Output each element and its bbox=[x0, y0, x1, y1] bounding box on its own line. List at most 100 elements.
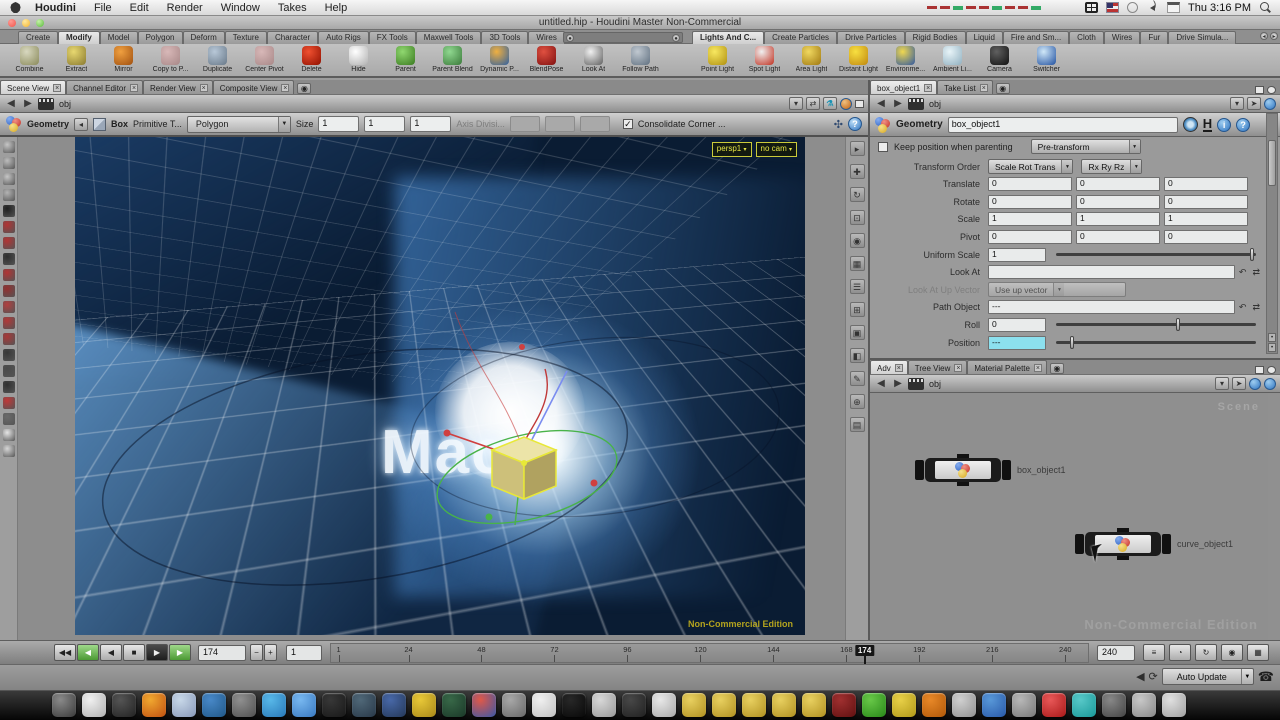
shelf-tab-model[interactable]: Model bbox=[100, 31, 138, 44]
viewport-tool-icon[interactable]: ✚ bbox=[850, 164, 865, 179]
next-keyframe-button[interactable]: ▶ bbox=[169, 644, 191, 661]
add-tab-icon[interactable]: ◉ bbox=[996, 83, 1010, 94]
menu-item-render[interactable]: Render bbox=[167, 2, 203, 14]
shelf-tab-fur[interactable]: Fur bbox=[1140, 31, 1168, 44]
shelf-tab-drive-simula-[interactable]: Drive Simula... bbox=[1168, 31, 1236, 44]
timeline-ruler[interactable]: 174 124487296120144168192216240 bbox=[330, 643, 1089, 663]
tool-icon[interactable] bbox=[3, 269, 15, 281]
viewport-tool-icon[interactable]: ⊕ bbox=[850, 394, 865, 409]
frame-decrement-button[interactable]: − bbox=[250, 644, 263, 661]
viewport-tool-icon[interactable]: ▸ bbox=[850, 141, 865, 156]
shelf-tool-look-at[interactable]: Look At bbox=[570, 45, 617, 73]
dock-app-icon[interactable] bbox=[502, 693, 526, 717]
dock-app-icon[interactable] bbox=[1072, 693, 1096, 717]
network-path[interactable]: obj bbox=[927, 379, 941, 389]
shelf-tab-auto-rigs[interactable]: Auto Rigs bbox=[318, 31, 369, 44]
dock-app-icon[interactable] bbox=[892, 693, 916, 717]
maximize-pane-icon[interactable] bbox=[855, 100, 864, 108]
phone-home-icon[interactable]: ☎ bbox=[1258, 669, 1274, 685]
pin-icon[interactable]: ➤ bbox=[1247, 97, 1261, 110]
play-backward-button[interactable]: ◀ bbox=[100, 644, 122, 661]
param-field[interactable] bbox=[988, 265, 1235, 279]
menu-item-edit[interactable]: Edit bbox=[130, 2, 149, 14]
viewport-tool-icon[interactable]: ⊞ bbox=[850, 302, 865, 317]
tool-icon[interactable] bbox=[3, 221, 15, 233]
dock-app-icon[interactable] bbox=[562, 693, 586, 717]
dock-app-icon[interactable] bbox=[772, 693, 796, 717]
node-flag-left[interactable] bbox=[915, 460, 924, 480]
shelf-scroll-left-icon[interactable]: ● bbox=[566, 34, 574, 42]
shelf-tab-liquid[interactable]: Liquid bbox=[966, 31, 1003, 44]
tool-icon[interactable] bbox=[3, 397, 15, 409]
tool-icon[interactable] bbox=[3, 237, 15, 249]
dock-app-icon[interactable] bbox=[142, 693, 166, 717]
param-field[interactable]: 1 bbox=[988, 212, 1072, 226]
shelf-tab-fire-and-sm-[interactable]: Fire and Sm... bbox=[1003, 31, 1069, 44]
pane-tab-adv[interactable]: Adv× bbox=[870, 360, 908, 374]
viewport-tool-icon[interactable]: ⊡ bbox=[850, 210, 865, 225]
close-tab-icon[interactable]: × bbox=[200, 84, 208, 92]
viewport-3d[interactable]: Mac bbox=[75, 137, 805, 635]
pane-tab-material-palette[interactable]: Material Palette× bbox=[967, 360, 1047, 374]
tool-icon[interactable] bbox=[3, 349, 15, 361]
menu-item-houdini[interactable]: Houdini bbox=[35, 2, 76, 14]
path-dropdown-icon[interactable]: ▾ bbox=[789, 97, 803, 110]
shelf-tab-rigid-bodies[interactable]: Rigid Bodies bbox=[905, 31, 966, 44]
scrollbar-thumb[interactable] bbox=[1268, 140, 1276, 186]
tool-icon[interactable] bbox=[3, 381, 15, 393]
shelf-scroll-right-icon[interactable]: ● bbox=[672, 34, 680, 42]
recook-icon[interactable]: ⟳ bbox=[1149, 670, 1158, 683]
param-slider[interactable] bbox=[1056, 341, 1256, 344]
shelf-tool-environme-[interactable]: Environme... bbox=[882, 45, 929, 73]
beaker-icon[interactable]: ⚗ bbox=[823, 97, 837, 110]
node-face[interactable] bbox=[935, 461, 991, 479]
param-field[interactable]: 0 bbox=[1164, 230, 1248, 244]
tool-icon[interactable] bbox=[3, 189, 15, 201]
network-node-curve_object1[interactable] bbox=[1075, 529, 1171, 559]
param-menu[interactable]: Scale Rot Trans▼ bbox=[988, 159, 1073, 174]
pane-tab-composite-view[interactable]: Composite View× bbox=[213, 80, 295, 94]
dock-app-icon[interactable] bbox=[742, 693, 766, 717]
dock-app-icon[interactable] bbox=[862, 693, 886, 717]
menu-item-takes[interactable]: Takes bbox=[278, 2, 307, 14]
shelf-tab-deform[interactable]: Deform bbox=[183, 31, 225, 44]
dock-app-icon[interactable] bbox=[622, 693, 646, 717]
shelf-tab-lights-and-c-[interactable]: Lights And C... bbox=[692, 31, 764, 44]
update-mode-select[interactable]: Auto Update▼ bbox=[1162, 668, 1254, 685]
tool-icon[interactable] bbox=[3, 253, 15, 265]
param-field[interactable]: 1 bbox=[988, 248, 1046, 262]
menu-item-file[interactable]: File bbox=[94, 2, 112, 14]
float-pane-icon[interactable] bbox=[1255, 86, 1264, 94]
shelf-tab-texture[interactable]: Texture bbox=[225, 31, 267, 44]
slider-handle[interactable] bbox=[1070, 336, 1074, 349]
pane-menu-icon[interactable] bbox=[1267, 86, 1276, 94]
param-field[interactable]: 0 bbox=[1076, 195, 1160, 209]
constraints-icon[interactable]: ✣ bbox=[834, 118, 843, 131]
float-pane-icon[interactable] bbox=[1255, 366, 1264, 374]
forward-icon[interactable]: ▶ bbox=[891, 98, 905, 109]
forward-icon[interactable]: ▶ bbox=[891, 378, 905, 389]
shelf-tool-spot-light[interactable]: Spot Light bbox=[741, 45, 788, 73]
menu-item-help[interactable]: Help bbox=[325, 2, 348, 14]
close-tab-icon[interactable]: × bbox=[281, 84, 289, 92]
size-z-field[interactable]: 1 bbox=[410, 116, 451, 132]
shelf-tab-fx-tools[interactable]: FX Tools bbox=[369, 31, 416, 44]
menu-bar-clock[interactable]: Thu 3:16 PM bbox=[1188, 2, 1251, 14]
collapse-icon[interactable]: ◂ bbox=[74, 118, 88, 131]
node-output-connector[interactable] bbox=[957, 482, 969, 486]
spaces-icon[interactable] bbox=[1085, 2, 1098, 13]
parameter-path[interactable]: obj bbox=[927, 99, 941, 109]
shelf-tab-3d-tools[interactable]: 3D Tools bbox=[481, 31, 528, 44]
volume-icon[interactable] bbox=[1146, 2, 1159, 13]
play-button[interactable]: ▶ bbox=[146, 644, 168, 661]
viewport-tool-icon[interactable]: ☰ bbox=[850, 279, 865, 294]
jump-to-start-button[interactable]: ◀◀ bbox=[54, 644, 76, 661]
shelf-tool-switcher[interactable]: Switcher bbox=[1023, 45, 1070, 73]
dock-app-icon[interactable] bbox=[82, 693, 106, 717]
op-chooser-icon[interactable]: ⇄ bbox=[1252, 267, 1260, 278]
pin-icon[interactable]: ➤ bbox=[1232, 377, 1246, 390]
close-tab-icon[interactable]: × bbox=[1034, 364, 1042, 372]
shelf-tool-parent[interactable]: Parent bbox=[382, 45, 429, 73]
shelf-tool-point-light[interactable]: Point Light bbox=[694, 45, 741, 73]
dock-app-icon[interactable] bbox=[472, 693, 496, 717]
